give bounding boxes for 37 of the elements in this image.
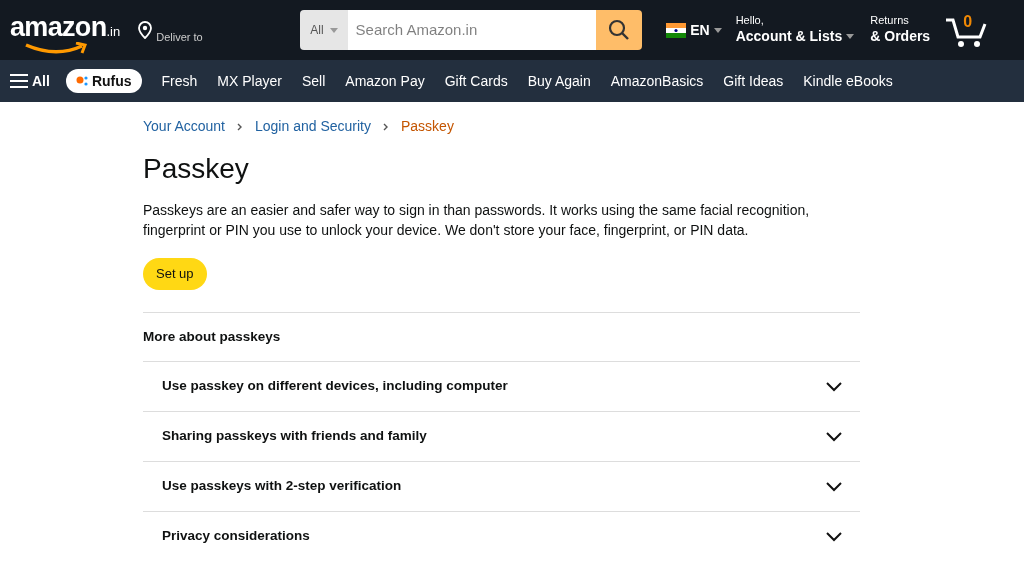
faq-row[interactable]: Use passkeys with 2-step verification — [143, 461, 860, 511]
nav-link[interactable]: Amazon Pay — [345, 70, 425, 92]
greeting-text: Hello, — [735, 14, 765, 29]
nav-link[interactable]: Fresh — [161, 70, 198, 92]
search-field[interactable]: Search Amazon.in — [347, 10, 597, 50]
faq-row[interactable]: Sharing passkeys with friends and family — [143, 411, 860, 461]
orders-link[interactable]: & Orders — [870, 28, 931, 46]
nav-link[interactable]: AmazonBasics — [610, 70, 704, 92]
rufus-button[interactable]: Rufus — [65, 69, 142, 93]
breadcrumb-link[interactable]: Login and Security — [255, 116, 371, 137]
nav-link[interactable]: Sell — [301, 70, 326, 92]
breadcrumb-link[interactable]: Your Account — [143, 116, 225, 137]
section-heading: More about passkeys — [143, 327, 281, 346]
category-dropdown[interactable]: All — [300, 10, 348, 50]
search-bar[interactable]: All Search Amazon.in — [300, 10, 643, 50]
faq-title: Sharing passkeys with friends and family — [162, 427, 427, 446]
amazon-logo[interactable]: amazon.in — [8, 8, 123, 52]
faq-title: Use passkey on different devices, including computer — [162, 377, 508, 396]
returns-link[interactable]: Returns — [870, 14, 931, 29]
nav-link[interactable]: Buy Again — [527, 70, 591, 92]
breadcrumb-link[interactable]: Passkey — [400, 116, 454, 137]
nav-link[interactable]: MX Player — [217, 70, 282, 92]
nav-link[interactable]: Kindle eBooks — [803, 70, 893, 92]
set-up-button[interactable]: Set up — [143, 258, 207, 290]
cart-button[interactable]: 0 — [944, 10, 991, 50]
faq-title: Use passkeys with 2-step verification — [162, 477, 402, 496]
nav-link[interactable]: Gift Cards — [444, 70, 508, 92]
account-menu[interactable]: Account & Lists — [735, 28, 855, 46]
faq-title: Privacy considerations — [162, 527, 310, 546]
page-title: Passkey — [143, 152, 250, 186]
all-menu-button[interactable]: All — [10, 70, 50, 92]
nav-link[interactable]: Gift Ideas — [723, 70, 784, 92]
faq-row[interactable]: Privacy considerations — [143, 511, 860, 561]
description-text: Passkeys are an easier and safer way to sign in than passwords. It works using the same facial recognition, fingerprint or PIN you use to unlock your device. We don't store your face, fingerprint, or PIN data. — [143, 201, 811, 240]
faq-row[interactable]: Use passkey on different devices, including computer — [143, 361, 860, 411]
language-selector[interactable]: EN — [666, 19, 722, 41]
deliver-label[interactable]: Deliver to — [156, 28, 203, 46]
